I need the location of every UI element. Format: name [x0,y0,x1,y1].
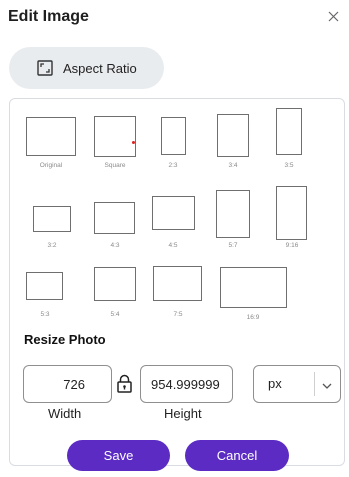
ratio-label: 4:5 [168,242,178,249]
unit-select[interactable]: px [253,365,341,403]
lock-icon[interactable] [116,374,133,393]
ratio-label: 7:5 [173,311,183,318]
height-caption: Height [164,406,202,421]
aspect-ratio-icon [37,60,53,76]
ratio-label: 2:3 [168,162,178,169]
aspect-ratio-button[interactable]: Aspect Ratio [9,47,164,89]
unit-select-divider [314,372,315,396]
ratio-label: 5:4 [110,311,120,318]
ratio-label: 9:16 [285,242,299,249]
ratio-label: 3:2 [47,242,57,249]
ratio-label: 4:3 [110,242,120,249]
ratio-label: 3:5 [284,162,294,169]
aspect-ratio-label: Aspect Ratio [63,60,137,76]
ratio-label: 3:4 [228,162,238,169]
width-input[interactable]: 726 [23,365,112,403]
chevron-down-icon [321,379,333,391]
close-icon[interactable] [324,7,342,25]
ratio-label: 5:7 [228,242,238,249]
ratio-label: Square [104,162,126,169]
unit-select-value: px [268,376,282,391]
save-button[interactable]: Save [67,440,170,471]
dialog-title: Edit Image [8,8,89,25]
cancel-button[interactable]: Cancel [185,440,289,471]
width-caption: Width [48,406,82,421]
ratio-label: 16:9 [246,314,260,321]
resize-photo-title: Resize Photo [24,332,106,347]
ratio-label: 5:3 [40,311,50,318]
dialog-header: Edit Image [0,0,349,40]
height-input[interactable]: 954.999999 [140,365,233,403]
ratio-label: Original [39,162,63,169]
